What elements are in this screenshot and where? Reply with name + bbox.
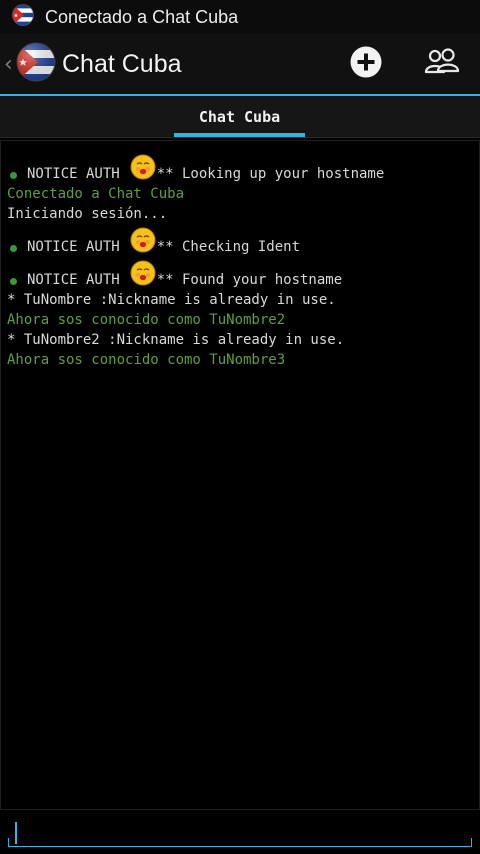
- message-input[interactable]: [8, 838, 472, 847]
- tab-bar: Chat Cuba: [0, 96, 480, 138]
- notice-message: NOTICE AUTH ** Checking Ident: [7, 224, 473, 257]
- notice-text: ** Checking Ident: [156, 239, 301, 255]
- kiss-emoji-icon: [130, 227, 156, 253]
- action-buttons: [328, 34, 480, 94]
- notice-prefix: NOTICE AUTH: [27, 239, 120, 255]
- notice-prefix: NOTICE AUTH: [27, 166, 120, 182]
- app-title: Chat Cuba: [62, 49, 182, 78]
- server-message: Iniciando sesión...: [7, 206, 168, 222]
- notice-message: NOTICE AUTH ** Found your hostname: [7, 257, 473, 290]
- status-bar: Conectado a Chat Cuba: [0, 0, 480, 34]
- server-message: * TuNombre2 :Nickname is already in use.: [7, 332, 345, 348]
- cuba-flag-icon: [12, 4, 34, 30]
- tab-chat-cuba[interactable]: Chat Cuba: [174, 96, 305, 137]
- message-input-bar: [0, 810, 480, 854]
- action-bar: ‹ Chat Cuba: [0, 34, 480, 96]
- add-channel-button[interactable]: [328, 34, 404, 94]
- kiss-emoji-icon: [130, 154, 156, 180]
- users-button[interactable]: [404, 34, 480, 94]
- message-log[interactable]: NOTICE AUTH ** Looking up your hostname Co…: [0, 140, 480, 810]
- back-caret-icon[interactable]: ‹: [4, 52, 16, 77]
- add-icon: [350, 46, 382, 82]
- bullet-dot-icon: [10, 172, 17, 179]
- info-message: Ahora sos conocido como TuNombre2: [7, 312, 286, 328]
- notification-title: Conectado a Chat Cuba: [45, 6, 239, 27]
- cuba-flag-icon[interactable]: [16, 42, 56, 86]
- info-message: Conectado a Chat Cuba: [7, 186, 185, 202]
- text-cursor: [15, 822, 17, 844]
- notice-prefix: NOTICE AUTH: [27, 272, 120, 288]
- notice-message: NOTICE AUTH ** Looking up your hostname: [7, 151, 473, 184]
- notice-text: ** Looking up your hostname: [156, 166, 385, 182]
- kiss-emoji-icon: [130, 260, 156, 286]
- server-message: * TuNombre :Nickname is already in use.: [7, 292, 336, 308]
- users-icon: [424, 46, 460, 82]
- bullet-dot-icon: [10, 278, 17, 285]
- info-message: Ahora sos conocido como TuNombre3: [7, 352, 286, 368]
- bullet-dot-icon: [10, 245, 17, 252]
- notice-text: ** Found your hostname: [156, 272, 343, 288]
